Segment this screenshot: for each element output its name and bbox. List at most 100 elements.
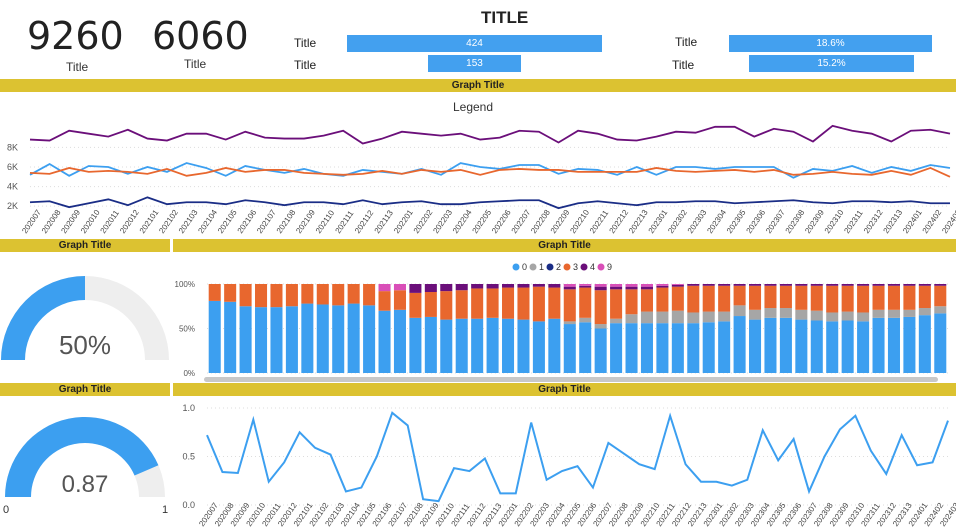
bar-segment-0 — [610, 323, 623, 373]
bar-segment-1 — [594, 324, 607, 329]
bar-segment-0 — [733, 316, 746, 373]
legend-marker-2 — [546, 263, 554, 271]
bar-segment-1 — [718, 311, 731, 322]
gauge-2: 0.87 0 1 — [3, 417, 168, 516]
bar-segment-3 — [301, 284, 314, 304]
bar-segment-9 — [378, 284, 391, 292]
bar-segment-4 — [656, 285, 669, 288]
x-tick-label: 202403 — [940, 208, 956, 235]
y-tick-label: 0.5 — [182, 452, 195, 462]
bar-segment-4 — [471, 284, 484, 289]
bar-segment-4 — [764, 284, 777, 286]
bar-segment-0 — [455, 318, 468, 373]
gauge-1: 50% — [1, 276, 169, 360]
bar-segment-0 — [594, 328, 607, 373]
bar-segment-0 — [440, 319, 453, 373]
bar-segment-4 — [718, 284, 731, 286]
y-tick-label: 0.0 — [182, 500, 195, 510]
y-tick-label: 50% — [179, 325, 195, 334]
bar-segment-3 — [378, 291, 391, 311]
bar-segment-4 — [934, 284, 947, 286]
bar-segment-3 — [579, 287, 592, 318]
bar-segment-3 — [548, 287, 561, 319]
bar-segment-1 — [671, 310, 684, 324]
bar-segment-0 — [239, 306, 252, 373]
bar-segment-4 — [579, 285, 592, 288]
bar-segment-0 — [409, 317, 422, 373]
page-title: TITLE — [481, 8, 529, 27]
trend-line-chart: Legend 2K4K6K8K2020072020082020092020102… — [7, 100, 956, 235]
bar-segment-1 — [563, 321, 576, 325]
y-tick-label: 8K — [7, 142, 18, 152]
bar-segment-3 — [208, 284, 221, 301]
metric-2-value: 153 — [466, 58, 483, 69]
bar-segment-3 — [363, 284, 376, 306]
bar-segment-0 — [795, 319, 808, 373]
bar-segment-1 — [810, 310, 823, 321]
legend-label-0: 0 — [522, 262, 527, 272]
bar-segment-1 — [733, 305, 746, 317]
bar-segment-3 — [764, 285, 777, 309]
bar-segment-4 — [887, 284, 900, 286]
bar-segment-3 — [610, 289, 623, 319]
bar-segment-3 — [594, 290, 607, 325]
bar-segment-3 — [424, 292, 437, 317]
metric-4-value: 15.2% — [817, 58, 846, 69]
bar-segment-0 — [471, 318, 484, 373]
bar-segment-1 — [826, 312, 839, 322]
bar-segment-3 — [918, 285, 931, 309]
bar-segment-0 — [857, 321, 870, 373]
bar-segment-3 — [872, 285, 885, 310]
bar-segment-4 — [563, 286, 576, 290]
bar-segment-0 — [224, 301, 237, 373]
bar-segment-1 — [872, 309, 885, 318]
kpi-2-label: Title — [184, 57, 207, 71]
bar-segment-3 — [826, 285, 839, 313]
metric-1-label: Title — [294, 36, 317, 50]
bar-segment-4 — [702, 284, 715, 286]
bar-segment-3 — [517, 287, 530, 320]
line-chart-title: Graph Title — [0, 79, 956, 92]
bar-segment-0 — [502, 318, 515, 373]
bar-segment-3 — [640, 289, 653, 312]
bar-segment-1 — [934, 306, 947, 314]
bar-segment-0 — [316, 304, 329, 373]
bar-segment-3 — [224, 284, 237, 302]
bar-segment-0 — [378, 310, 391, 373]
bar-segment-3 — [532, 286, 545, 322]
y-tick-label: 2K — [7, 201, 18, 211]
bar-segment-3 — [841, 285, 854, 312]
bar-segment-4 — [440, 284, 453, 292]
bar-segment-3 — [718, 285, 731, 312]
x-tick-label: 202311 — [842, 208, 865, 235]
bar-segment-1 — [857, 312, 870, 322]
x-tick-label: 202011 — [99, 208, 122, 235]
bar-segment-0 — [872, 317, 885, 373]
bar-segment-0 — [532, 321, 545, 373]
bar-segment-0 — [841, 320, 854, 373]
bar-segment-0 — [640, 323, 653, 373]
bar-segment-4 — [671, 284, 684, 287]
bar-segment-9 — [671, 284, 684, 285]
series-line-0 — [29, 124, 951, 145]
bar-segment-9 — [594, 284, 607, 287]
bar-segment-4 — [795, 284, 808, 286]
gauge-1-value: 50% — [59, 330, 111, 360]
metric-1-bar: 424 — [347, 35, 602, 52]
legend-marker-0 — [512, 263, 520, 271]
bar-segment-0 — [656, 323, 669, 373]
gauge2-title: Graph Title — [0, 383, 170, 396]
gauge1-title: Graph Title — [0, 239, 170, 252]
y-tick-label: 4K — [7, 182, 18, 192]
legend-marker-9 — [597, 263, 605, 271]
x-tick-label: 202211 — [588, 208, 611, 235]
legend-label-9: 9 — [607, 262, 612, 272]
bar-segment-3 — [239, 284, 252, 307]
y-tick-label: 1.0 — [182, 403, 195, 413]
bar-segment-1 — [795, 309, 808, 320]
kpi-1-value: 9260 — [27, 14, 124, 58]
legend-label-4: 4 — [590, 262, 595, 272]
bar-segment-3 — [779, 285, 792, 309]
ratio-line-chart: 0.00.51.02020072020082020092020102020112… — [182, 403, 956, 528]
bar-segment-3 — [857, 285, 870, 313]
